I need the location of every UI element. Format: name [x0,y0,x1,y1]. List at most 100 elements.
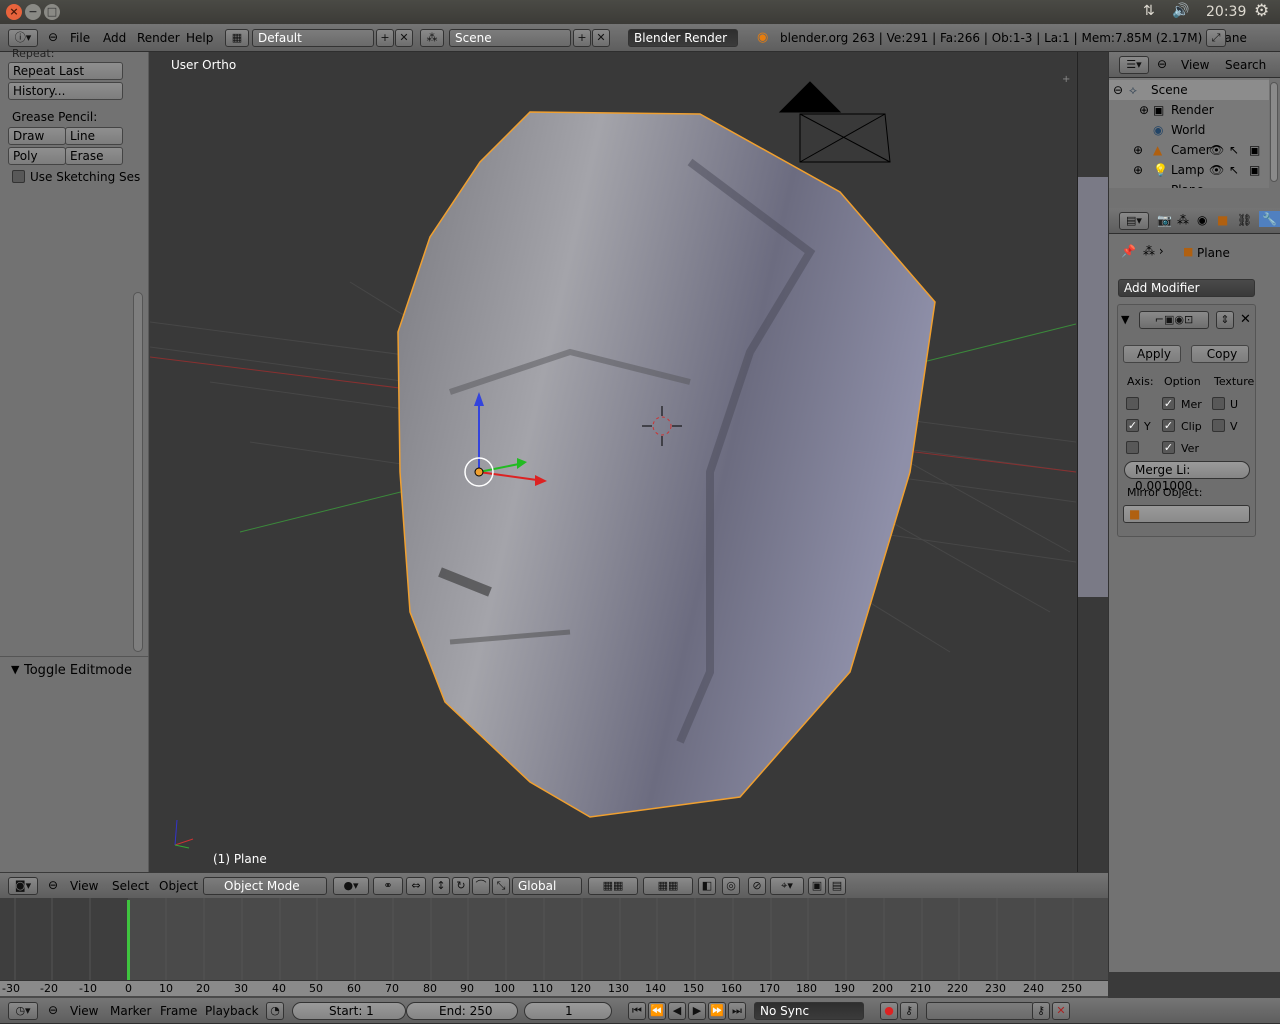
window-maximize-button[interactable]: □ [44,4,60,20]
split-handle-icon[interactable]: + [1062,74,1070,85]
menu-file[interactable]: File [70,31,90,45]
constraints-tab-icon[interactable]: ⛓ [1237,213,1252,227]
start-frame-field[interactable]: Start: 1 [292,1002,406,1020]
layout-field[interactable]: Default [252,29,374,47]
current-frame-field[interactable]: 1 [524,1002,612,1020]
timeline-menu-frame[interactable]: Frame [160,1004,197,1018]
layers2-icon[interactable]: ▦▦ [643,877,693,895]
collapse-icon[interactable]: ⊖ [48,1003,58,1017]
merge-checkbox[interactable]: ✓ [1162,397,1175,410]
merge-limit-field[interactable]: Merge Li: 0.001000 [1124,461,1250,493]
menu-view[interactable]: View [70,879,98,893]
texture-v-checkbox[interactable] [1212,419,1225,432]
menu-add[interactable]: Add [103,31,126,45]
object-tab-icon[interactable]: ■ [1217,213,1228,227]
orientation-select[interactable]: Global [512,877,582,895]
lock-icon[interactable]: ◧ [698,877,716,895]
collapse-icon[interactable]: ⊖ [48,30,58,44]
outliner-plane[interactable]: Plane [1109,180,1269,188]
menu-object[interactable]: Object [159,879,198,893]
texture-u-checkbox[interactable] [1212,397,1225,410]
clock[interactable]: 20:39 [1206,4,1246,20]
add-modifier-select[interactable]: Add Modifier [1118,279,1255,297]
repeat-last-button[interactable]: Repeat Last [8,62,123,80]
collapse-icon[interactable]: ⊖ [48,878,58,892]
modifier-icons[interactable]: ⌐▣◉⊡ [1139,311,1209,329]
outliner-menu-search[interactable]: Search [1225,58,1266,72]
outliner-world[interactable]: ◉ World [1109,120,1269,140]
outliner-camera[interactable]: ⊕ ▲ Camer 👁 ↖ ▣ [1109,140,1269,160]
mode-select[interactable]: Object Mode [203,877,327,895]
prev-keyframe-icon[interactable]: ⏪ [648,1002,666,1020]
screen-layout-icon[interactable]: ▦ [225,29,249,47]
sketching-checkbox[interactable] [12,170,25,183]
modifier-expand-icon[interactable]: ▼ [1121,313,1129,326]
keying-icon[interactable]: ⚷ [900,1002,918,1020]
properties-type-icon[interactable]: ▤▾ [1119,212,1149,230]
timeline-type-icon[interactable]: ◷▾ [8,1002,38,1020]
outliner-lamp[interactable]: ⊕ 💡 Lamp 👁 ↖ ▣ [1109,160,1269,180]
menu-select[interactable]: Select [112,879,149,893]
proportional-icon[interactable]: ◎ [722,877,740,895]
preview-range-icon[interactable]: ◔ [266,1002,284,1020]
editor-type-icon[interactable]: ◙▾ [8,877,38,895]
timeline-menu-marker[interactable]: Marker [110,1004,151,1018]
scale-handle-icon[interactable]: ⤡ [492,877,510,895]
outliner-scrollbar[interactable] [1270,82,1278,182]
timeline[interactable]: -30 -20 -10 0 10 20 30 40 50 60 70 80 90… [0,898,1108,998]
remove-scene-icon[interactable]: ✕ [592,29,610,47]
render-tab-icon[interactable]: 📷 [1157,213,1172,227]
scene-icon[interactable]: ⁂ [420,29,444,47]
modifiers-tab-icon[interactable]: 🔧 [1259,211,1280,227]
outliner-type-icon[interactable]: ☰▾ [1119,56,1149,74]
outliner-menu-view[interactable]: View [1181,58,1209,72]
insert-key-icon[interactable]: ⚷ [1032,1002,1050,1020]
line-button[interactable]: Line [65,127,123,145]
sync-select[interactable]: No Sync [754,1002,864,1020]
render-camera-icon[interactable]: ▣ [808,877,826,895]
timeline-menu-view[interactable]: View [70,1004,98,1018]
volume-icon[interactable]: 🔊 [1172,3,1189,19]
toggle-editmode-label[interactable]: Toggle Editmode [24,663,132,678]
jump-start-icon[interactable]: ⏮ [628,1002,646,1020]
3d-viewport[interactable]: User Ortho (1) Plane + [150,52,1076,872]
timeline-menu-playback[interactable]: Playback [205,1004,259,1018]
vertex-groups-checkbox[interactable]: ✓ [1162,441,1175,454]
erase-button[interactable]: Erase [65,147,123,165]
collapse-icon[interactable]: ⊖ [1157,57,1167,71]
shading-icon[interactable]: ●▾ [333,877,369,895]
window-minimize-button[interactable]: − [25,4,41,20]
poly-button[interactable]: Poly [8,147,66,165]
jump-end-icon[interactable]: ⏭ [728,1002,746,1020]
pivot-icon[interactable]: ⚭ [373,877,403,895]
fullscreen-icon[interactable]: ⤢ [1206,29,1226,47]
history-button[interactable]: History... [8,82,123,100]
render-engine-select[interactable]: Blender Render [628,29,738,47]
delete-key-icon[interactable]: ✕ [1052,1002,1070,1020]
info-editor-type-icon[interactable]: ⓘ▾ [8,29,38,47]
modifier-move-icon[interactable]: ⇕ [1216,311,1234,329]
copy-button[interactable]: Copy [1191,345,1249,363]
render-anim-icon[interactable]: ▤ [828,877,846,895]
collapse-triangle-icon[interactable]: ▼ [11,663,19,676]
translate-icon[interactable]: ↕ [432,877,450,895]
record-icon[interactable]: ● [880,1002,898,1020]
manipulator-icon[interactable]: ⇔ [406,877,426,895]
snap-icon[interactable]: ⊘ [748,877,766,895]
scene-tab-icon[interactable]: ⁂ [1177,213,1189,227]
mirror-object-field[interactable]: ■ [1123,505,1250,523]
keying-set-field[interactable] [926,1002,1034,1020]
outliner-render[interactable]: ⊕ ▣ Render [1109,100,1269,120]
remove-layout-icon[interactable]: ✕ [395,29,413,47]
outliner-scene[interactable]: ⊖ ⟡ Scene [1109,80,1269,100]
clip-checkbox[interactable]: ✓ [1162,419,1175,432]
rotate-icon[interactable]: ↻ [452,877,470,895]
play-icon[interactable]: ▶ [688,1002,706,1020]
shelf-scrollbar[interactable] [133,292,143,652]
menu-help[interactable]: Help [186,31,213,45]
axis-x-checkbox[interactable] [1126,397,1139,410]
network-icon[interactable]: ⇅ [1143,3,1155,19]
next-keyframe-icon[interactable]: ⏩ [708,1002,726,1020]
side-viewport[interactable] [1077,52,1109,872]
apply-button[interactable]: Apply [1123,345,1181,363]
